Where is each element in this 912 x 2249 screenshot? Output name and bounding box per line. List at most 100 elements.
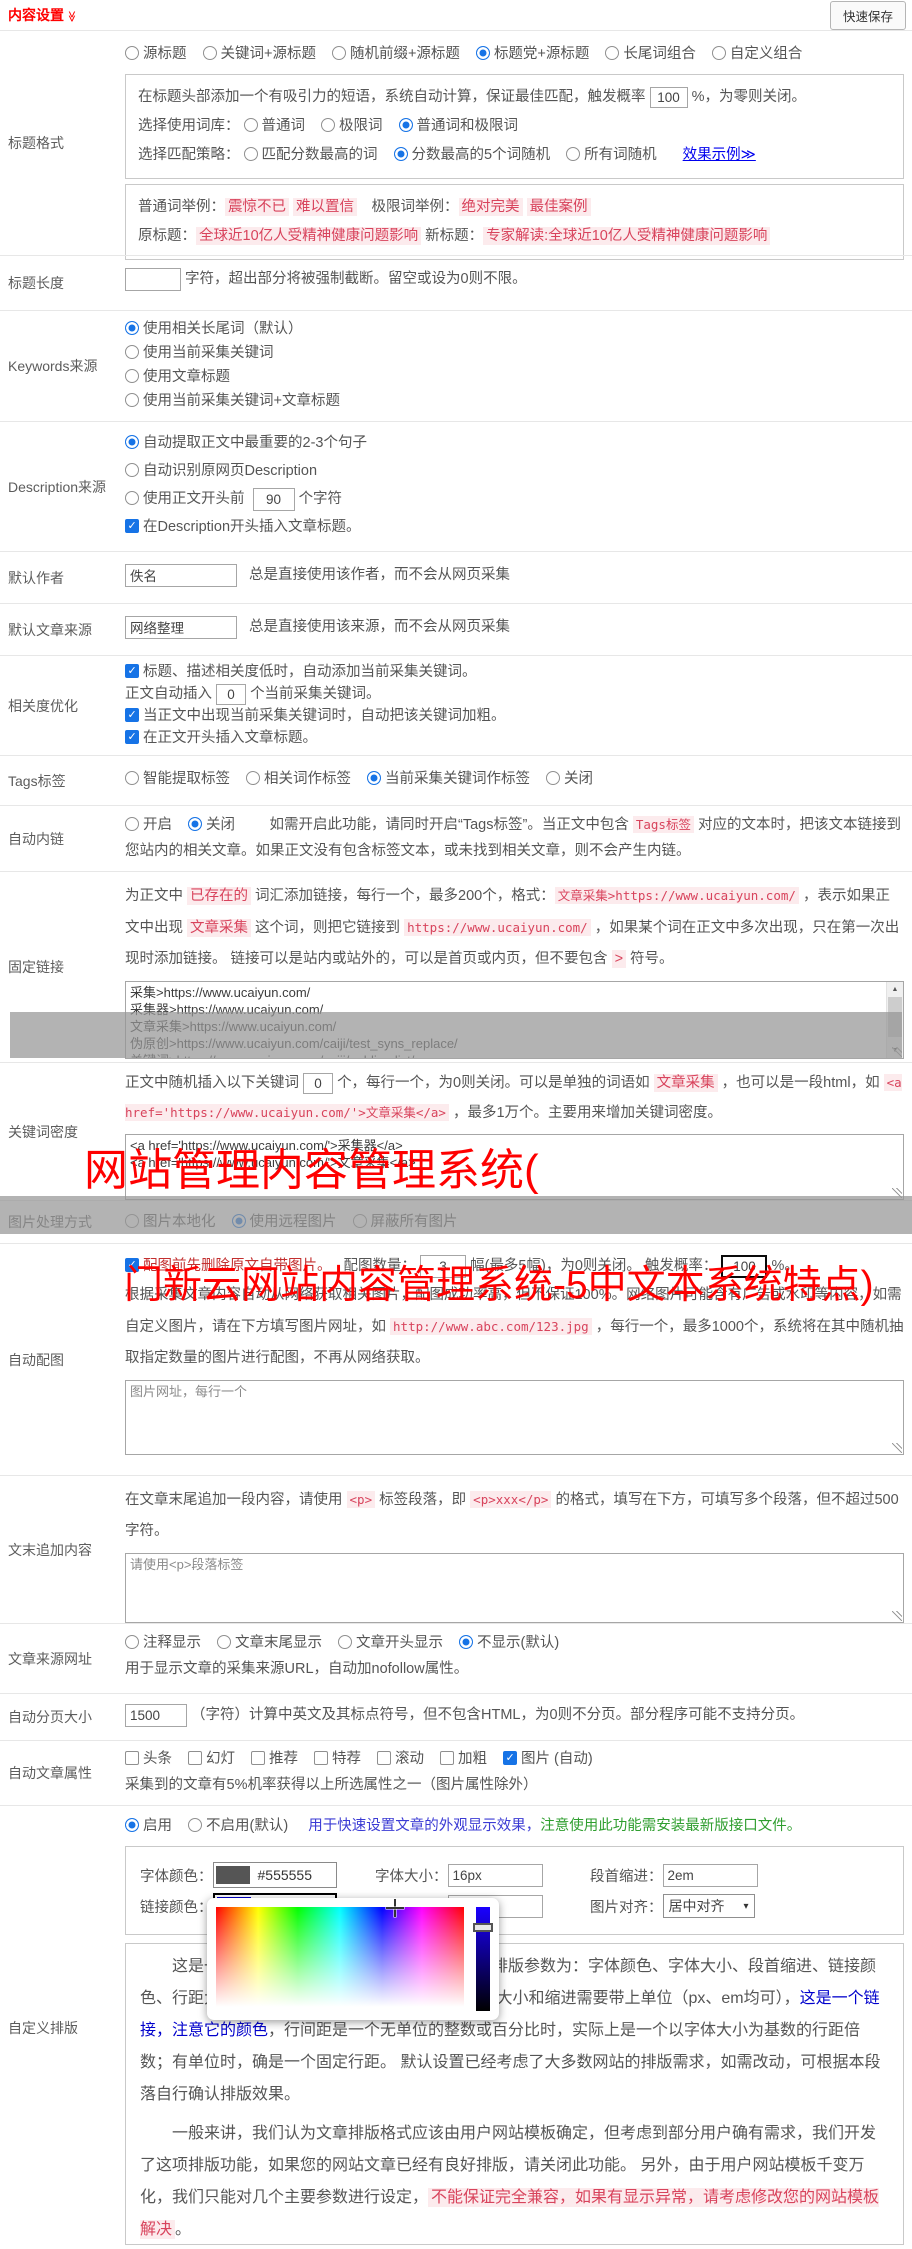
default-author-input[interactable]	[125, 563, 237, 587]
radio-option[interactable]: 启用	[125, 1818, 172, 1834]
radio-option[interactable]: 文章末尾显示	[217, 1635, 322, 1651]
text-segment: https://www.ucaiyun.com/	[404, 919, 591, 936]
fixed-link-textarea[interactable]: 采集>https://www.ucaiyun.com/采集器>https://w…	[125, 981, 904, 1059]
description-prefix-chars-input[interactable]	[252, 487, 295, 511]
effect-example-link[interactable]: 效果示例≫	[683, 147, 756, 163]
radio-option[interactable]: 自定义组合	[711, 46, 802, 62]
indent-input[interactable]	[662, 1863, 758, 1887]
field-label-tags: Tags标签	[8, 772, 66, 789]
radio-option[interactable]: 开启	[125, 817, 172, 833]
textarea-line: 文章采集>https://www.ucaiyun.com/	[130, 1019, 337, 1034]
checkbox-option[interactable]: 当正文中出现当前采集关键词时，自动把该关键词加粗。	[125, 708, 506, 724]
textarea-line: 伪原创>https://www.ucaiyun.com/caiji/test_s…	[130, 1036, 458, 1051]
radio-option[interactable]: 当前采集关键词作标签	[367, 771, 530, 787]
auto-image-count-input[interactable]	[420, 1254, 467, 1278]
field-label-keywords-source: Keywords来源	[8, 358, 98, 374]
radio-option[interactable]: 关键词+源标题	[202, 46, 316, 62]
option-label: 文章开头显示	[356, 1635, 443, 1651]
radio-option[interactable]: 关闭	[188, 817, 235, 833]
text-segment: 已存在的	[187, 887, 252, 905]
color-picker-popup[interactable]	[207, 1898, 499, 2020]
auto-image-description: 根据采集文章内容自动从网络获取相关图片，配图成功率高，但不保证100%。网络图片…	[125, 1280, 904, 1374]
radio-option[interactable]: 注释显示	[125, 1635, 201, 1651]
radio-option[interactable]: 极限词	[321, 118, 383, 134]
text-segment: <p>	[346, 1491, 376, 1508]
radio-option[interactable]: 图片本地化	[125, 1214, 216, 1230]
checkbox-option[interactable]: 在正文开头插入文章标题。	[125, 730, 317, 746]
checkbox-option[interactable]: 特荐	[314, 1751, 361, 1767]
radio-option[interactable]: 屏蔽所有图片	[352, 1214, 458, 1230]
radio-option[interactable]: 相关词作标签	[246, 771, 351, 787]
checkbox-option[interactable]: 加粗	[440, 1751, 487, 1767]
option-label: 使用正文开头前	[143, 491, 245, 507]
radio-option[interactable]: 源标题	[125, 46, 187, 62]
default-source-input[interactable]	[125, 615, 237, 639]
radio-option[interactable]: 不显示(默认)	[459, 1635, 559, 1651]
radio-option[interactable]: 关闭	[546, 771, 593, 787]
resize-grip-icon[interactable]	[892, 1443, 902, 1453]
checkbox-option[interactable]: 滚动	[377, 1751, 424, 1767]
checkbox-option[interactable]: 配图前先删除原文自带图片。	[125, 1258, 332, 1274]
append-content-textarea[interactable]: 请使用<p>段落标签	[125, 1553, 904, 1623]
checkbox-option[interactable]: 标题、描述相关度低时，自动添加当前采集关键词。	[125, 664, 477, 680]
radio-option[interactable]: 使用当前采集关键词	[125, 341, 888, 365]
resize-grip-icon[interactable]	[892, 1611, 902, 1621]
text-segment	[523, 199, 527, 215]
radio-option[interactable]: 长尾词组合	[605, 46, 696, 62]
radio-option[interactable]: 自动识别原网页Description	[125, 463, 317, 479]
radio-option[interactable]: 智能提取标签	[125, 771, 230, 787]
text-segment: ，也可以是一段html，如	[717, 1075, 884, 1091]
font-size-input[interactable]	[447, 1863, 543, 1887]
radio-option[interactable]: 使用当前采集关键词+文章标题	[125, 389, 888, 413]
radio-option[interactable]: 使用正文开头前	[125, 491, 245, 507]
checkbox-option[interactable]: 推荐	[251, 1751, 298, 1767]
scrollbar-thumb[interactable]	[888, 997, 902, 1037]
slider-handle[interactable]	[473, 1923, 493, 1932]
option-label: 关闭	[206, 817, 235, 833]
description-option-3: 使用正文开头前	[125, 491, 261, 507]
keyword-density-textarea[interactable]: <a href='https://www.ucaiyun.com/'>采集器</…	[125, 1134, 904, 1200]
image-align-select[interactable]: 居中对齐 ▾	[662, 1894, 755, 1918]
font-color-field[interactable]: #555555	[212, 1862, 337, 1888]
quick-save-button[interactable]: 快速保存	[829, 0, 906, 30]
picker-crosshair-icon[interactable]	[386, 1899, 404, 1917]
auto-image-textarea[interactable]: 图片网址，每行一个	[125, 1380, 904, 1455]
radio-option[interactable]: 随机前缀+源标题	[331, 46, 460, 62]
radio-option[interactable]: 使用远程图片	[231, 1214, 337, 1230]
radio-option[interactable]: 自动提取正文中最重要的2-3个句子	[125, 435, 367, 451]
checkbox-option[interactable]: 头条	[125, 1751, 172, 1767]
title-probability-input[interactable]	[649, 86, 688, 108]
page-title-text: 内容设置	[8, 7, 64, 23]
radio-option[interactable]: 普通词和极限词	[398, 118, 518, 134]
resize-grip-icon[interactable]	[892, 1188, 902, 1198]
saturation-gradient[interactable]	[216, 1899, 464, 2011]
radio-option[interactable]: 普通词	[243, 118, 305, 134]
checkbox-option[interactable]: 在Description开头插入文章标题。	[125, 519, 361, 535]
resize-grip-icon[interactable]	[892, 1047, 902, 1057]
probability-text-pre: 在标题头部添加一个有吸引力的短语，系统自动计算，保证最佳匹配，触发概率	[138, 89, 646, 105]
radio-option[interactable]: 使用文章标题	[125, 365, 888, 389]
density-count-input[interactable]	[303, 1072, 334, 1094]
chevron-down-icon[interactable]: ≫	[65, 11, 78, 23]
font-size-label: 字体大小：	[375, 1868, 448, 1885]
relevance-insert-count-input[interactable]	[216, 683, 247, 705]
radio-option[interactable]: 文章开头显示	[338, 1635, 443, 1651]
brightness-slider[interactable]	[473, 1907, 493, 2011]
radio-option[interactable]: 标题党+源标题	[475, 46, 589, 62]
field-label-page-size: 自动分页大小	[8, 1709, 92, 1725]
radio-option[interactable]: 所有词随机	[566, 147, 657, 163]
option-label: 使用当前采集关键词	[143, 345, 274, 361]
radio-option[interactable]: 分数最高的5个词随机	[393, 147, 550, 163]
checkbox-option[interactable]: 幻灯	[188, 1751, 235, 1767]
title-length-input[interactable]	[125, 267, 181, 291]
auto-image-probability-input[interactable]	[721, 1254, 768, 1278]
radio-option[interactable]: 匹配分数最高的词	[243, 147, 378, 163]
radio-option[interactable]: 使用相关长尾词（默认）	[125, 317, 888, 341]
row-default-author: 默认作者 总是直接使用该作者，而不会从网页采集	[0, 551, 912, 603]
checkbox-option[interactable]: 图片 (自动)	[503, 1751, 593, 1767]
scroll-up-icon[interactable]: ▲	[887, 982, 903, 997]
checkbox-icon	[440, 1751, 454, 1765]
page-size-input[interactable]	[125, 1703, 187, 1727]
source-url-options: 注释显示 文章末尾显示 文章开头显示 不显示(默认)	[125, 1630, 904, 1656]
radio-option[interactable]: 不启用(默认)	[188, 1818, 288, 1834]
